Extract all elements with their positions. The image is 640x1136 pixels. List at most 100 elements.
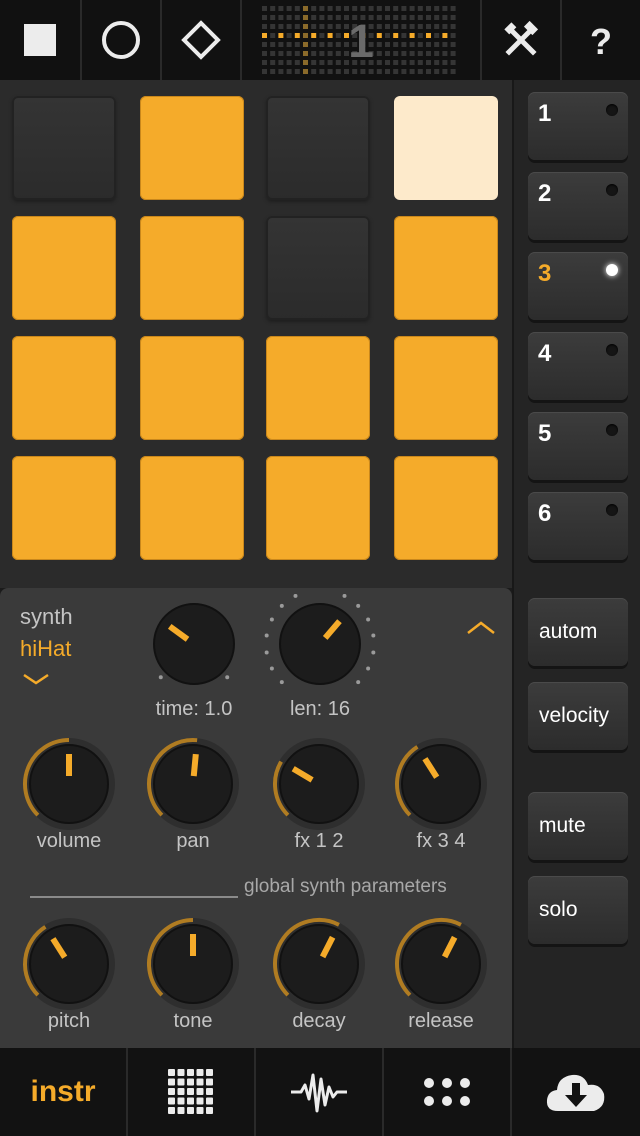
tab-cloud[interactable]	[512, 1048, 640, 1136]
track-button-3[interactable]: 3	[528, 252, 628, 320]
pad-r1-c4[interactable]	[394, 96, 498, 200]
autom-label: autom	[539, 620, 598, 643]
fx-3-4-label: fx 3 4	[416, 830, 466, 852]
tab-instr-label: instr	[30, 1075, 96, 1108]
volume-knob[interactable]	[19, 734, 119, 839]
svg-text:?: ?	[590, 21, 612, 62]
grid-icon	[168, 1069, 213, 1114]
pitch-knob-svg	[23, 918, 115, 1010]
pattern-number: 1	[348, 15, 374, 67]
track-number: 3	[538, 260, 552, 287]
synth-panel: synth hiHat time: 1.0 len: 16 volume pan…	[0, 588, 512, 1048]
bottom-tabbar: instr	[0, 1048, 640, 1136]
pad-r4-c2[interactable]	[140, 456, 244, 560]
velocity-button[interactable]: velocity	[528, 682, 628, 750]
track-number: 1	[538, 100, 552, 127]
pitch-knob[interactable]	[19, 914, 119, 1019]
pad-r3-c4[interactable]	[394, 336, 498, 440]
volume-label: volume	[36, 830, 102, 852]
pad-r1-c1[interactable]	[12, 96, 116, 200]
volume-knob-svg	[23, 738, 115, 830]
track-button-4[interactable]: 4	[528, 332, 628, 400]
pad-r2-c3[interactable]	[266, 216, 370, 320]
waveform-icon	[291, 1073, 347, 1113]
autom-button[interactable]: autom	[528, 598, 628, 666]
tone-label: tone	[173, 1010, 213, 1032]
pad-r2-c1[interactable]	[12, 216, 116, 320]
record-icon	[102, 21, 140, 59]
pad-r3-c1[interactable]	[12, 336, 116, 440]
cloud-download-icon	[546, 1074, 605, 1111]
pad-r2-c2[interactable]	[140, 216, 244, 320]
dots-icon	[424, 1078, 470, 1106]
track-button-2[interactable]: 2	[528, 172, 628, 240]
time-knob-svg	[153, 603, 235, 685]
fx-1-2-knob-svg	[273, 738, 365, 830]
track-button-6[interactable]: 6	[528, 492, 628, 560]
track-led	[606, 264, 618, 276]
pan-knob[interactable]	[143, 734, 243, 839]
pad-r1-c3[interactable]	[266, 96, 370, 200]
stop-button[interactable]	[0, 0, 82, 80]
pitch-label: pitch	[47, 1010, 91, 1032]
pad-r4-c3[interactable]	[266, 456, 370, 560]
fx-1-2-knob[interactable]	[269, 734, 369, 839]
loop-button[interactable]	[162, 0, 242, 80]
divider	[30, 896, 238, 898]
pad-r1-c2[interactable]	[140, 96, 244, 200]
synth-label: synth	[20, 604, 73, 629]
velocity-label: velocity	[539, 704, 610, 727]
decay-knob[interactable]	[269, 914, 369, 1019]
track-led	[606, 184, 618, 196]
tab-pads[interactable]	[384, 1048, 512, 1136]
pad-r3-c3[interactable]	[266, 336, 370, 440]
global-params-label: global synth parameters	[244, 876, 447, 897]
length-knob-svg	[264, 588, 376, 685]
tone-knob[interactable]	[143, 914, 243, 1019]
track-number: 6	[538, 500, 552, 527]
pattern-display[interactable]: 1	[242, 0, 482, 80]
track-number: 5	[538, 420, 552, 447]
synth-select[interactable]: hiHat	[20, 636, 71, 662]
tone-knob-svg	[147, 918, 239, 1010]
track-column: 1 2 3 4 5 6 autom velocity mute solo	[512, 80, 640, 1048]
track-number: 4	[538, 340, 552, 367]
track-button-1[interactable]: 1	[528, 92, 628, 160]
track-number: 2	[538, 180, 552, 207]
tab-waveform[interactable]	[256, 1048, 384, 1136]
track-led	[606, 104, 618, 116]
time-knob[interactable]	[140, 594, 248, 694]
decay-label: decay	[292, 1010, 346, 1032]
time-label: time: 1.0	[155, 698, 233, 720]
track-led	[606, 504, 618, 516]
tab-grid[interactable]	[128, 1048, 256, 1136]
fx-3-4-knob-svg	[395, 738, 487, 830]
record-button[interactable]	[82, 0, 162, 80]
help-button[interactable]: ?	[562, 0, 640, 80]
mute-label: mute	[539, 814, 586, 837]
length-knob[interactable]	[262, 588, 378, 694]
pad-r4-c1[interactable]	[12, 456, 116, 560]
pad-r4-c4[interactable]	[394, 456, 498, 560]
tools-button[interactable]	[482, 0, 562, 80]
stop-icon	[24, 24, 56, 56]
chevron-up-icon[interactable]	[466, 620, 496, 636]
track-led	[606, 344, 618, 356]
tab-instr[interactable]: instr	[0, 1048, 128, 1136]
track-button-5[interactable]: 5	[528, 412, 628, 480]
pad-r3-c2[interactable]	[140, 336, 244, 440]
top-toolbar: 1 ?	[0, 0, 640, 80]
pan-label: pan	[176, 830, 210, 852]
diamond-icon	[181, 20, 221, 60]
tools-icon	[504, 20, 539, 56]
decay-knob-svg	[273, 918, 365, 1010]
len-label: len: 16	[289, 698, 351, 720]
mute-button[interactable]: mute	[528, 792, 628, 860]
chevron-down-icon[interactable]	[22, 672, 50, 686]
release-knob[interactable]	[391, 914, 491, 1019]
track-led	[606, 424, 618, 436]
fx-3-4-knob[interactable]	[391, 734, 491, 839]
solo-button[interactable]: solo	[528, 876, 628, 944]
pad-r2-c4[interactable]	[394, 216, 498, 320]
help-icon: ?	[590, 21, 612, 62]
